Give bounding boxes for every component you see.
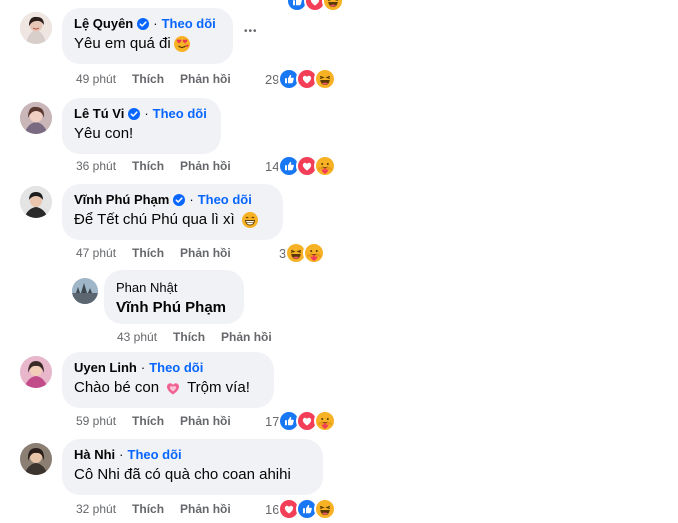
separator-dot: ·	[140, 360, 146, 375]
like-button[interactable]: Thích	[132, 72, 164, 86]
follow-button[interactable]: Theo dõi	[162, 16, 216, 32]
avatar[interactable]	[72, 278, 98, 304]
reaction-count: 17	[265, 413, 280, 429]
comment-text: Yêu em quá đi	[74, 34, 221, 54]
comment-bubble: Lê Tú Vi · Theo dõi Yêu con!	[62, 98, 221, 154]
comment-timestamp[interactable]: 32 phút	[76, 502, 116, 516]
comment-bubble: Hà Nhi · Theo dõi Cô Nhi đã có quà cho c…	[62, 439, 323, 495]
care-reaction-icon	[303, 242, 326, 264]
like-button[interactable]: Thích	[132, 159, 164, 173]
care-reaction-icon	[314, 410, 337, 432]
avatar[interactable]	[20, 12, 52, 44]
comment-timestamp[interactable]: 49 phút	[76, 72, 116, 86]
comment-bubble: Lệ Quyên · Theo dõi Yêu em quá đi	[62, 8, 233, 64]
cut-off-reactions	[286, 0, 344, 12]
comment-actions: 49 phút Thích Phản hồi	[76, 72, 247, 86]
commenter-name[interactable]: Uyen Linh	[74, 360, 137, 376]
avatar[interactable]	[20, 186, 52, 218]
reply-button[interactable]: Phản hồi	[180, 159, 231, 173]
commenter-name[interactable]: Vĩnh Phú Phạm	[74, 192, 169, 208]
commenter-name[interactable]: Hà Nhi	[74, 447, 115, 463]
like-button[interactable]: Thích	[132, 502, 164, 516]
like-button[interactable]: Thích	[173, 330, 205, 344]
heart-eyes-emoji	[173, 35, 191, 53]
follow-button[interactable]: Theo dõi	[128, 447, 182, 463]
reply-button[interactable]: Phản hồi	[180, 414, 231, 428]
reaction-summary[interactable]: 14	[265, 155, 337, 177]
commenter-name[interactable]: Lê Tú Vi	[74, 106, 124, 122]
reply-button[interactable]: Phản hồi	[180, 246, 231, 260]
avatar[interactable]	[20, 443, 52, 475]
follow-button[interactable]: Theo dõi	[153, 106, 207, 122]
verified-badge-icon	[128, 108, 140, 120]
verified-badge-icon	[137, 18, 149, 30]
reply-button[interactable]: Phản hồi	[221, 330, 272, 344]
reaction-count: 29	[265, 71, 280, 87]
comment-actions: 32 phút Thích Phản hồi	[76, 502, 247, 516]
avatar[interactable]	[20, 102, 52, 134]
grin-emoji	[241, 211, 259, 229]
comment-bubble: Vĩnh Phú Phạm · Theo dõi Để Tết chú Phú …	[62, 184, 283, 240]
pink-heart-emoji	[164, 379, 182, 397]
haha-reaction-icon	[322, 0, 344, 12]
avatar[interactable]	[20, 356, 52, 388]
comment-actions: 43 phút Thích Phản hồi	[117, 330, 288, 344]
reaction-summary[interactable]: 16	[265, 498, 337, 520]
comment-timestamp[interactable]: 36 phút	[76, 159, 116, 173]
comment-timestamp[interactable]: 47 phút	[76, 246, 116, 260]
reaction-summary[interactable]: 17	[265, 410, 337, 432]
separator-dot: ·	[119, 447, 124, 462]
like-button[interactable]: Thích	[132, 246, 164, 260]
comment-text: Cô Nhi đã có quà cho coan ahihi	[74, 466, 291, 483]
verified-badge-icon	[173, 194, 185, 206]
haha-reaction-icon	[314, 498, 337, 520]
comment-timestamp[interactable]: 59 phút	[76, 414, 116, 428]
haha-reaction-icon	[314, 68, 337, 90]
reaction-count: 14	[265, 158, 280, 174]
separator-dot: ·	[144, 106, 149, 121]
comment-timestamp[interactable]: 43 phút	[117, 330, 157, 344]
reply-button[interactable]: Phản hồi	[180, 72, 231, 86]
reaction-count: 16	[265, 501, 280, 517]
more-options-button[interactable]: •••	[244, 26, 258, 37]
mentioned-user-link[interactable]: Vĩnh Phú Phạm	[116, 298, 232, 318]
care-reaction-icon	[314, 155, 337, 177]
reaction-summary[interactable]: 29	[265, 68, 337, 90]
comment-bubble: Phan Nhật Vĩnh Phú Phạm	[104, 270, 244, 324]
comment-bubble: Uyen Linh · Theo dõi Chào bé con Trộm ví…	[62, 352, 274, 408]
comment-actions: 36 phút Thích Phản hồi	[76, 159, 247, 173]
commenter-name[interactable]: Phan Nhật	[116, 280, 177, 296]
comment-actions: 59 phút Thích Phản hồi	[76, 414, 247, 428]
commenter-name[interactable]: Lệ Quyên	[74, 16, 133, 32]
follow-button[interactable]: Theo dõi	[198, 192, 252, 208]
follow-button[interactable]: Theo dõi	[149, 360, 203, 376]
separator-dot: ·	[153, 16, 158, 31]
like-button[interactable]: Thích	[132, 414, 164, 428]
reaction-summary[interactable]: 3	[279, 242, 326, 264]
separator-dot: ·	[189, 192, 194, 207]
reply-button[interactable]: Phản hồi	[180, 502, 231, 516]
comment-actions: 47 phút Thích Phản hồi	[76, 246, 247, 260]
comment-text: Chào bé con Trộm vía!	[74, 379, 250, 397]
comment-text: Yêu con!	[74, 125, 134, 142]
comment-text: Để Tết chú Phú qua lì xì	[74, 210, 271, 230]
